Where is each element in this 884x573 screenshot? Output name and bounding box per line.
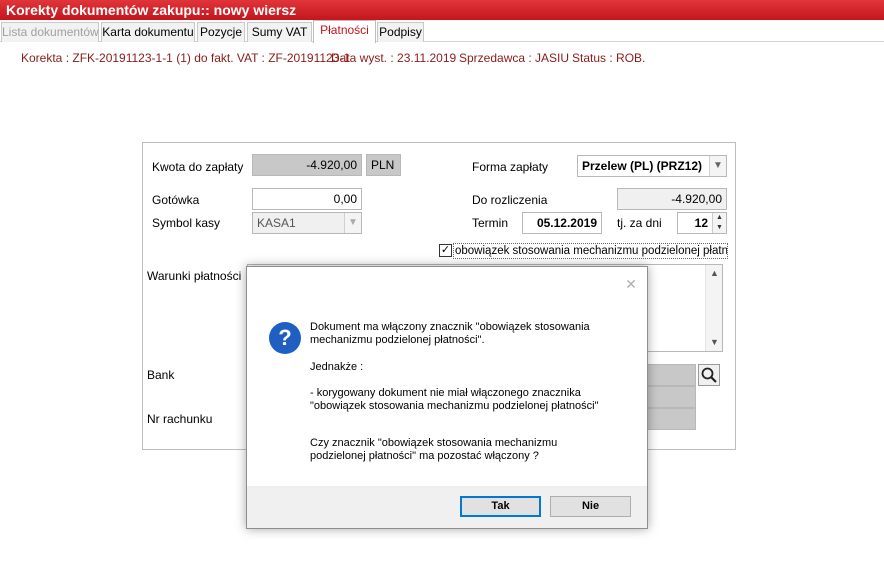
split-payment-label[interactable]: obowiązek stosowania mechanizmu podzielo… [453, 243, 728, 259]
tab-bar: Lista dokumentów Karta dokumentu Pozycje… [0, 20, 884, 43]
symbol-kasy-value: KASA1 [257, 216, 296, 230]
chevron-up-icon[interactable]: ▲ [706, 265, 723, 282]
gotowka-label: Gotówka [152, 193, 200, 207]
gotowka-input[interactable]: 0,00 [252, 188, 362, 210]
yes-button[interactable]: Tak [460, 496, 541, 517]
chevron-down-icon[interactable]: ▼ [709, 156, 726, 176]
symbol-kasy-label: Symbol kasy [152, 216, 221, 230]
forma-zaplaty-select[interactable]: Przelew (PL) (PRZ12) ▼ [577, 155, 727, 177]
tj-za-dni-label: tj. za dni [617, 216, 662, 230]
search-icon [701, 367, 717, 383]
chevron-down-icon[interactable]: ▼ [344, 213, 361, 233]
symbol-kasy-select[interactable]: KASA1 ▼ [252, 212, 362, 234]
tab-sumy-vat[interactable]: Sumy VAT [247, 22, 312, 42]
dni-stepper[interactable]: 12 ▲ ▼ [677, 212, 727, 234]
do-rozliczenia-label: Do rozliczenia [472, 193, 548, 207]
question-icon: ? [269, 322, 301, 354]
warunki-platnosci-label: Warunki płatności [147, 269, 242, 283]
spin-down-icon[interactable]: ▼ [712, 223, 726, 233]
chevron-down-icon[interactable]: ▼ [706, 334, 723, 351]
warunki-scrollbar[interactable]: ▲ ▼ [705, 265, 722, 351]
tab-karta-dokumentu[interactable]: Karta dokumentu [101, 22, 195, 42]
dialog-message-4: Czy znacznik "obowiązek stosowania mecha… [310, 437, 558, 462]
forma-zaplaty-label: Forma zapłaty [472, 160, 549, 174]
kwota-field: -4.920,00 [252, 154, 362, 176]
bank-lookup-button[interactable] [698, 364, 720, 386]
no-button[interactable]: Nie [550, 496, 631, 517]
dialog-message-3: - korygowany dokument nie miał włączoneg… [310, 387, 599, 412]
tab-podpisy[interactable]: Podpisy [377, 22, 424, 42]
dialog-message-1: Dokument ma włączony znacznik "obowiązek… [310, 321, 590, 346]
info-status: Status : ROB. [572, 51, 646, 65]
spin-up-icon[interactable]: ▲ [712, 213, 726, 223]
tab-platnosci[interactable]: Płatności [313, 20, 376, 43]
dni-value: 12 [694, 216, 708, 230]
tab-pozycje[interactable]: Pozycje [197, 22, 245, 42]
close-icon[interactable]: ✕ [624, 277, 638, 291]
termin-label: Termin [472, 216, 509, 230]
dialog-message-2: Jednakże : [310, 361, 364, 373]
split-payment-checkbox[interactable]: ✓ [439, 244, 452, 257]
info-korekta: Korekta : ZFK-20191123-1-1 (1) do fakt. … [21, 51, 351, 65]
do-rozliczenia-field: -4.920,00 [617, 188, 727, 210]
dialog-footer: Tak Nie [247, 486, 647, 528]
termin-input[interactable]: 05.12.2019 [522, 212, 602, 234]
nr-rachunku-label: Nr rachunku [147, 412, 213, 426]
kwota-label: Kwota do zapłaty [152, 160, 244, 174]
bank-label: Bank [147, 368, 175, 382]
window-title: Korekty dokumentów zakupu:: nowy wiersz [0, 0, 884, 20]
info-data-wystawienia: Data wyst. : 23.11.2019 [331, 51, 457, 65]
currency-field: PLN [366, 154, 401, 176]
info-sprzedawca: Sprzedawca : JASIU [459, 51, 570, 65]
forma-zaplaty-value: Przelew (PL) (PRZ12) [582, 159, 703, 173]
tab-lista-dokumentow[interactable]: Lista dokumentów [1, 22, 99, 42]
confirm-dialog: ✕ ? Dokument ma włączony znacznik "obowi… [246, 266, 648, 529]
